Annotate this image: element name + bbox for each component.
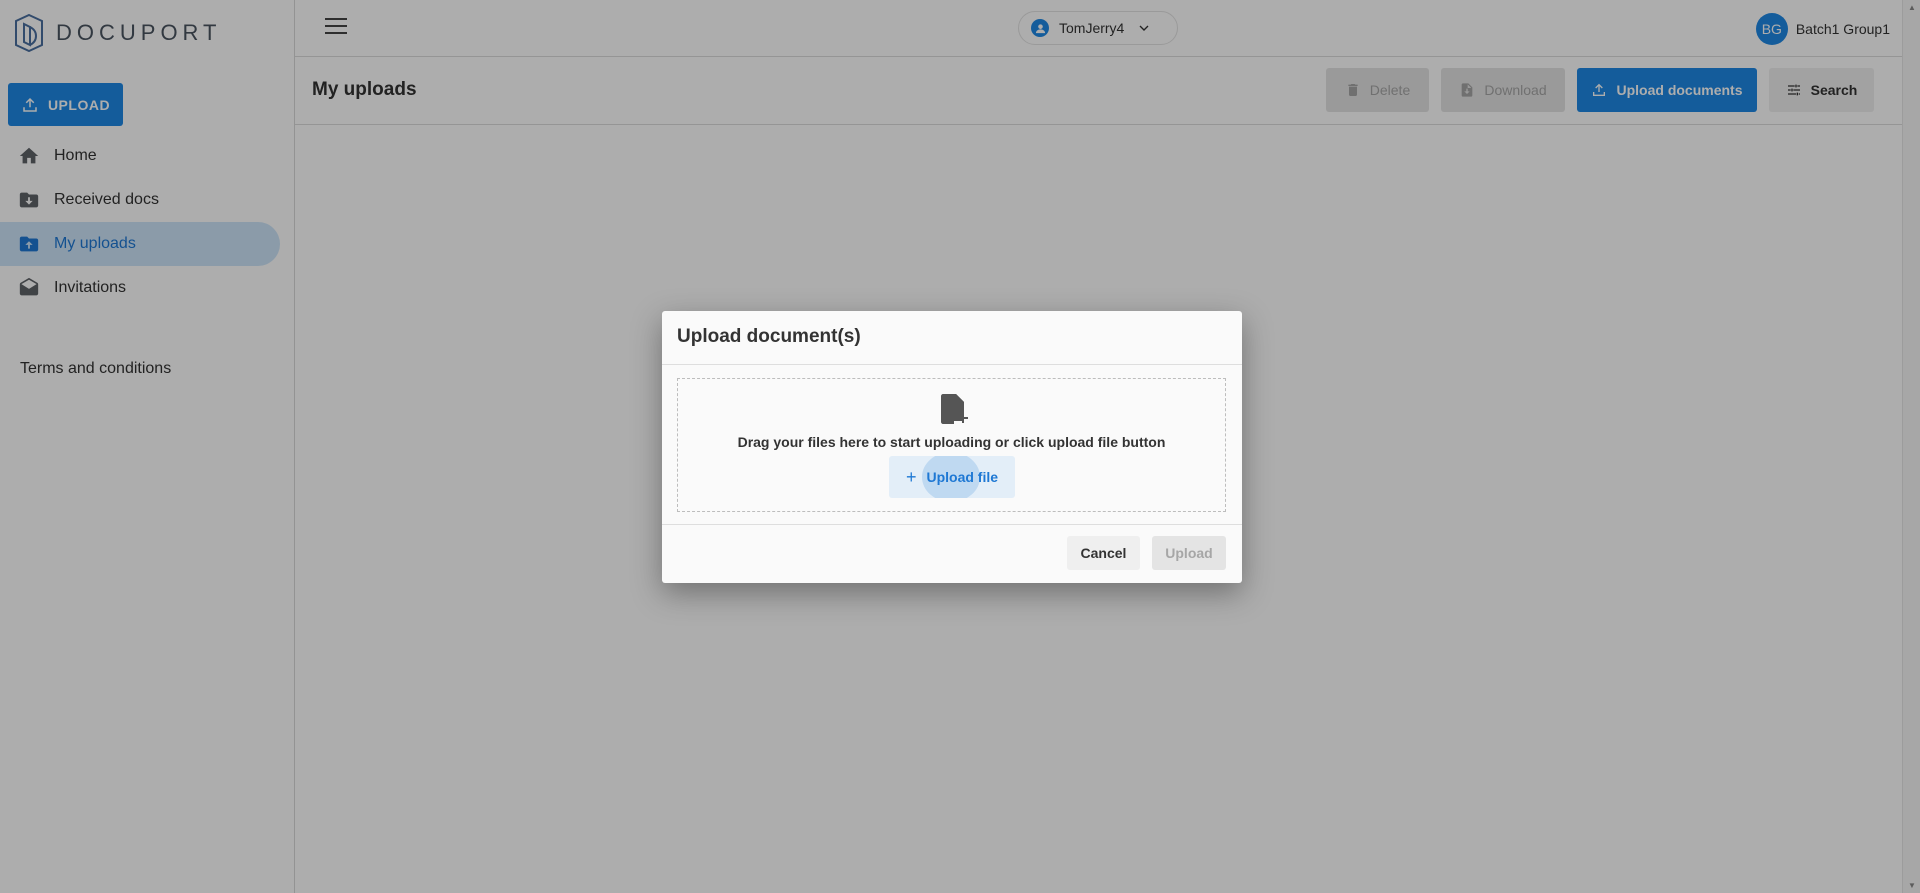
divider — [662, 524, 1242, 525]
divider — [662, 364, 1242, 365]
cancel-button[interactable]: Cancel — [1067, 536, 1140, 570]
drop-instructions: Drag your files here to start uploading … — [737, 434, 1166, 450]
upload-dialog: Upload document(s) Drag your files here … — [662, 311, 1242, 583]
file-add-icon — [941, 394, 968, 424]
file-drop-zone[interactable]: Drag your files here to start uploading … — [677, 378, 1226, 512]
upload-file-button[interactable]: + Upload file — [889, 456, 1015, 498]
plus-icon: + — [905, 466, 917, 487]
upload-submit-button[interactable]: Upload — [1152, 536, 1226, 570]
dialog-title: Upload document(s) — [677, 326, 861, 347]
upload-file-label: Upload file — [926, 469, 999, 485]
